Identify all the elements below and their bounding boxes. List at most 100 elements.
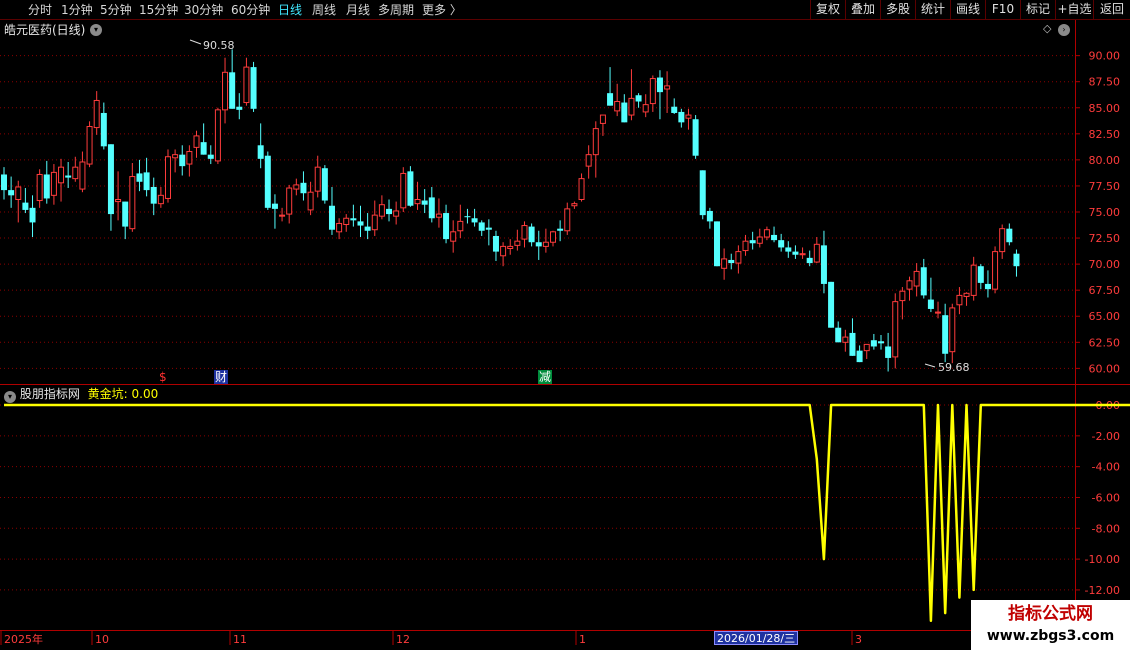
candle-body: [214, 109, 221, 162]
candle: [642, 94, 649, 118]
price-tick-label: 90.00: [1089, 50, 1121, 63]
candle: [728, 253, 735, 270]
candle-body: [749, 240, 756, 244]
marker-cai[interactable]: 财: [214, 370, 229, 384]
candle-body: [614, 101, 621, 112]
indicator-name: 股朋指标网: [19, 387, 80, 401]
candle: [628, 69, 635, 121]
candle: [193, 130, 200, 158]
candle: [428, 186, 435, 223]
candle: [172, 149, 179, 173]
candle-body: [849, 332, 856, 356]
candle-body: [963, 292, 970, 297]
candle: [749, 231, 756, 250]
marker-jian[interactable]: 减: [538, 370, 553, 384]
candle: [286, 184, 293, 224]
candle-body: [307, 191, 314, 211]
candle-body: [450, 231, 457, 242]
candle-body: [193, 135, 200, 148]
candle: [86, 121, 93, 168]
candle-body: [115, 198, 122, 203]
candle-body: [599, 114, 606, 124]
candle: [293, 178, 300, 196]
candle-body: [856, 350, 863, 363]
candle-body: [699, 170, 706, 216]
candle-body: [136, 173, 143, 182]
candle-body: [1013, 253, 1020, 267]
watermark-logo: 指标公式网 www.zbgs3.com: [971, 600, 1130, 650]
candle: [93, 91, 100, 135]
price-tick-label: 87.50: [1089, 76, 1121, 89]
candle: [257, 123, 264, 169]
candle: [614, 83, 621, 117]
candle: [799, 247, 806, 259]
candle: [72, 156, 79, 182]
candle-body: [271, 203, 278, 209]
indicator-current-value: 0.00: [131, 387, 159, 401]
candle: [949, 303, 956, 364]
candle-body: [129, 176, 136, 230]
candle-body: [806, 257, 813, 264]
candle: [963, 292, 970, 306]
candle-body: [58, 166, 65, 184]
candle-body: [920, 267, 927, 296]
candle-body: [735, 251, 742, 264]
candle-body: [799, 253, 806, 256]
chevron-down-icon[interactable]: ▾: [4, 391, 16, 403]
candle-body: [407, 171, 414, 206]
candle-body: [956, 294, 963, 306]
candle: [386, 199, 393, 222]
candle-body: [150, 186, 157, 204]
candle-body: [86, 126, 93, 165]
candle: [714, 221, 720, 267]
candle-body: [65, 175, 72, 178]
candle: [956, 287, 963, 315]
candle: [378, 195, 385, 220]
candle: [863, 343, 870, 359]
candle-body: [927, 299, 934, 309]
candle-body: [728, 259, 735, 264]
candle: [828, 281, 835, 328]
candle: [906, 276, 913, 301]
candle-body: [443, 213, 450, 240]
candle: [122, 201, 129, 240]
candle-body: [29, 207, 36, 223]
candle: [328, 186, 335, 235]
candle-body: [279, 214, 286, 217]
candle: [350, 204, 357, 227]
date-label: 2025年: [4, 632, 43, 646]
candle-body: [842, 336, 849, 343]
candle-body: [785, 247, 792, 252]
candle-body: [742, 240, 749, 252]
candle: [179, 145, 186, 176]
marker-s[interactable]: $: [159, 370, 167, 384]
candle: [528, 223, 535, 247]
candle-body: [286, 187, 293, 215]
candle: [143, 157, 150, 197]
candle-body: [364, 226, 371, 231]
candle: [15, 180, 22, 223]
candle: [514, 229, 521, 251]
price-tick-label: 82.50: [1089, 128, 1121, 141]
candle: [414, 181, 421, 210]
candle-body: [863, 343, 870, 352]
candle-body: [984, 283, 991, 290]
candle: [43, 160, 50, 204]
candle: [300, 171, 307, 201]
price-tick-label: 70.00: [1089, 258, 1121, 271]
candle-body: [179, 154, 186, 167]
candle: [706, 207, 713, 229]
candle-body: [350, 218, 357, 221]
indicator-tick-label: -6.00: [1092, 491, 1120, 504]
candle: [243, 57, 250, 106]
candle-body: [378, 204, 385, 217]
low-price-label: 59.68: [938, 361, 970, 374]
candle: [79, 151, 86, 193]
candle: [521, 221, 528, 248]
candle-body: [557, 228, 564, 231]
candle: [664, 71, 671, 113]
candle-body: [756, 236, 763, 244]
candle-body: [393, 210, 400, 217]
candle-body: [43, 174, 50, 199]
candle-body: [585, 154, 592, 167]
